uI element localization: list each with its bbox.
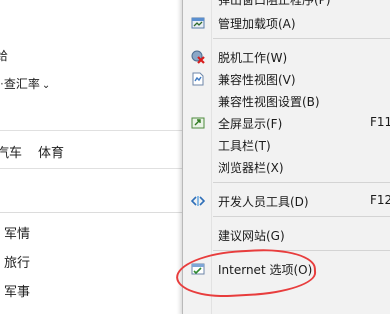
- menu-item-label: 兼容性视图(V): [218, 73, 296, 87]
- menu-item-label: 开发人员工具(D): [218, 195, 309, 209]
- menu-item-label: 建议网站(G): [218, 229, 285, 243]
- fullscreen-icon: [191, 117, 205, 129]
- exchange-rate-label: 查汇率: [3, 77, 40, 91]
- background-page: 给 ·查汇率 ⌄ 汽车 体育 军情 旅行 军事: [0, 0, 183, 310]
- menu-item-popup-blocker[interactable]: 弹出窗口阻止程序(P): [183, 0, 390, 10]
- divider: [0, 130, 182, 131]
- news-item[interactable]: 军事: [4, 281, 30, 300]
- menu-item-compat-view-settings[interactable]: 兼容性视图设置(B): [183, 90, 390, 112]
- menu-item-label: 全屏显示(F): [218, 117, 283, 131]
- partial-text: 给: [0, 49, 9, 63]
- divider: [0, 168, 182, 169]
- news-item[interactable]: 军情: [4, 223, 30, 242]
- work-offline-icon: [191, 50, 205, 64]
- menu-item-explorer-bars[interactable]: 浏览器栏(X): [183, 156, 390, 178]
- menu-separator: [213, 182, 390, 183]
- menu-separator: [213, 38, 390, 39]
- menu-item-shortcut: F12: [370, 193, 390, 207]
- menu-item-label: 弹出窗口阻止程序(P): [218, 0, 331, 7]
- menu-item-label: 脱机工作(W): [218, 51, 288, 65]
- menu-item-manage-addons[interactable]: 管理加载项(A): [183, 12, 390, 34]
- news-list: 军情 旅行 军事: [0, 212, 183, 310]
- chevron-down-icon: ⌄: [41, 80, 51, 91]
- menu-item-work-offline[interactable]: 脱机工作(W): [183, 46, 390, 68]
- menu-item-developer-tools[interactable]: 开发人员工具(D) F12: [183, 190, 390, 212]
- category-tab-auto[interactable]: 汽车: [0, 142, 22, 161]
- menu-separator: [213, 216, 390, 217]
- menu-item-label: 浏览器栏(X): [218, 161, 284, 175]
- developer-tools-icon: [191, 196, 205, 206]
- menu-item-compat-view[interactable]: 兼容性视图(V): [183, 68, 390, 90]
- menu-item-label: 管理加载项(A): [218, 17, 296, 31]
- news-item[interactable]: 旅行: [4, 252, 30, 271]
- exchange-rate-link[interactable]: ·查汇率 ⌄: [0, 75, 50, 92]
- category-tab-sports[interactable]: 体育: [38, 142, 64, 161]
- menu-item-label: 工具栏(T): [218, 139, 271, 153]
- menu-item-suggested-sites[interactable]: 建议网站(G): [183, 224, 390, 246]
- menu-item-toolbars[interactable]: 工具栏(T): [183, 134, 390, 156]
- menu-item-shortcut: F11: [370, 115, 390, 129]
- menu-item-label: 兼容性视图设置(B): [218, 95, 320, 109]
- menu-item-fullscreen[interactable]: 全屏显示(F) F11: [183, 112, 390, 134]
- manage-addons-icon: [191, 17, 205, 29]
- compat-view-icon: [192, 72, 204, 86]
